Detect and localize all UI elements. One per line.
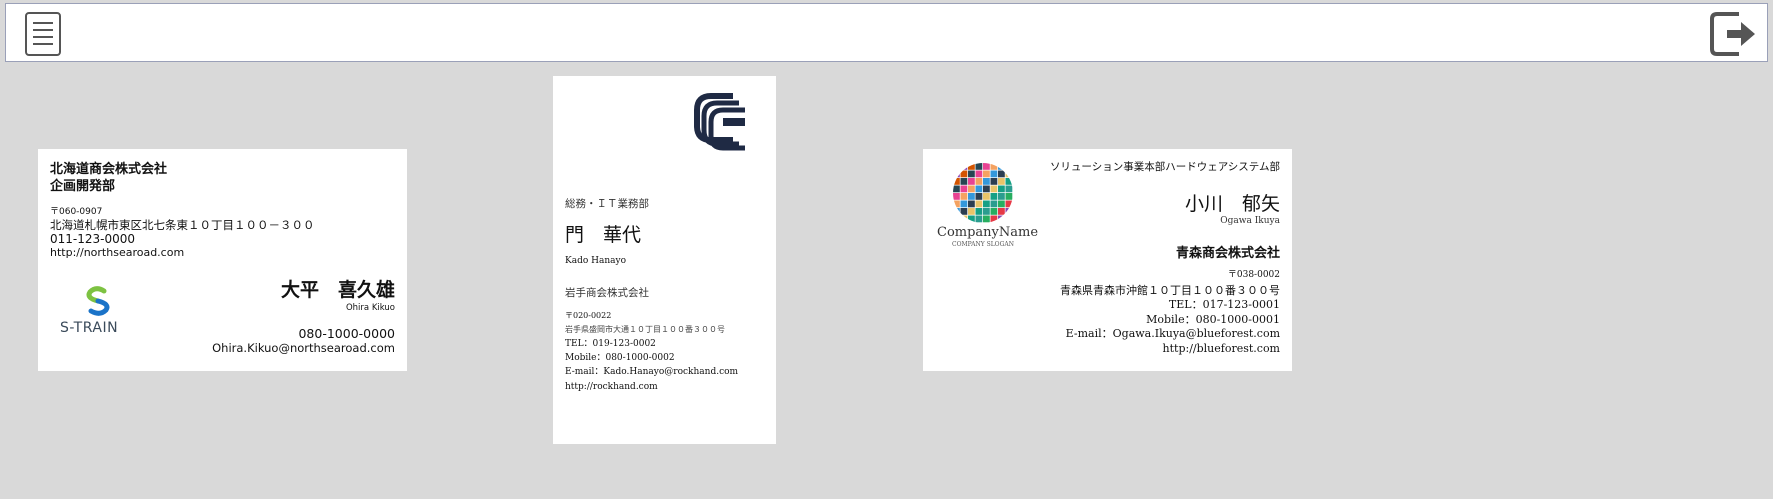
address: 岩手県盛岡市大通１０丁目１００番３００号 bbox=[565, 325, 725, 334]
postal-code: 〒038-0002 bbox=[1227, 270, 1280, 280]
company-logo-icon bbox=[693, 92, 749, 152]
globe-logo-icon bbox=[951, 161, 1015, 225]
person-name-romaji: Ohira Kikuo bbox=[345, 303, 395, 313]
logo-text: S-TRAIN bbox=[60, 320, 119, 336]
person-name-romaji: Ogawa Ikuya bbox=[1220, 216, 1280, 226]
logo-company-name: CompanyName bbox=[937, 225, 1039, 240]
tel: TEL：019-123-0002 bbox=[565, 339, 656, 349]
company-name: 青森商会株式会社 bbox=[1175, 246, 1280, 261]
person-name: 小川 郁矢 bbox=[1184, 193, 1280, 215]
business-card-hokkaido[interactable]: 北海道商会株式会社 企画開発部 〒060-0907 北海道札幌市東区北七条東１０… bbox=[38, 149, 407, 371]
mobile: Mobile：080-1000-0001 bbox=[1146, 313, 1280, 326]
logout-icon[interactable] bbox=[1709, 10, 1759, 58]
website-url: http://blueforest.com bbox=[1162, 342, 1280, 355]
website-url: http://rockhand.com bbox=[565, 382, 658, 392]
logo-slogan: COMPANY SLOGAN bbox=[952, 241, 1014, 248]
email: E-mail：Ogawa.Ikuya@blueforest.com bbox=[1065, 327, 1280, 340]
menu-icon[interactable] bbox=[24, 11, 62, 57]
company-name: 岩手商会株式会社 bbox=[565, 287, 649, 299]
email: E-mail：Kado.Hanayo@rockhand.com bbox=[565, 367, 739, 377]
postal-code: 〒020-0022 bbox=[565, 311, 612, 320]
person-name: 大平 喜久雄 bbox=[280, 279, 395, 301]
mobile: Mobile：080-1000-0002 bbox=[565, 353, 675, 363]
department: 企画開発部 bbox=[50, 179, 116, 194]
address: 青森県青森市沖館１０丁目１００番３００号 bbox=[1060, 284, 1280, 297]
tel: TEL：017-123-0001 bbox=[1168, 298, 1280, 311]
business-card-iwate[interactable]: 総務・ＩＴ業務部 門 華代 Kado Hanayo 岩手商会株式会社 〒020-… bbox=[553, 76, 776, 444]
mobile: 080-1000-0000 bbox=[298, 326, 395, 341]
website-url: http://northsearoad.com bbox=[50, 246, 185, 259]
address: 北海道札幌市東区北七条東１０丁目１００－３００ bbox=[50, 218, 315, 232]
postal-code: 〒060-0907 bbox=[50, 207, 103, 217]
company-name: 北海道商会株式会社 bbox=[50, 162, 168, 177]
email: Ohira.Kikuo@northsearoad.com bbox=[212, 341, 395, 355]
business-card-aomori[interactable]: CompanyName COMPANY SLOGAN ソリューション事業本部ハー… bbox=[923, 149, 1292, 371]
department: 総務・ＩＴ業務部 bbox=[565, 198, 649, 210]
person-name-romaji: Kado Hanayo bbox=[565, 256, 627, 266]
person-name: 門 華代 bbox=[565, 224, 642, 246]
department: ソリューション事業本部ハードウェアシステム部 bbox=[1049, 161, 1280, 173]
phone: 011-123-0000 bbox=[50, 232, 136, 246]
top-toolbar bbox=[5, 3, 1768, 62]
